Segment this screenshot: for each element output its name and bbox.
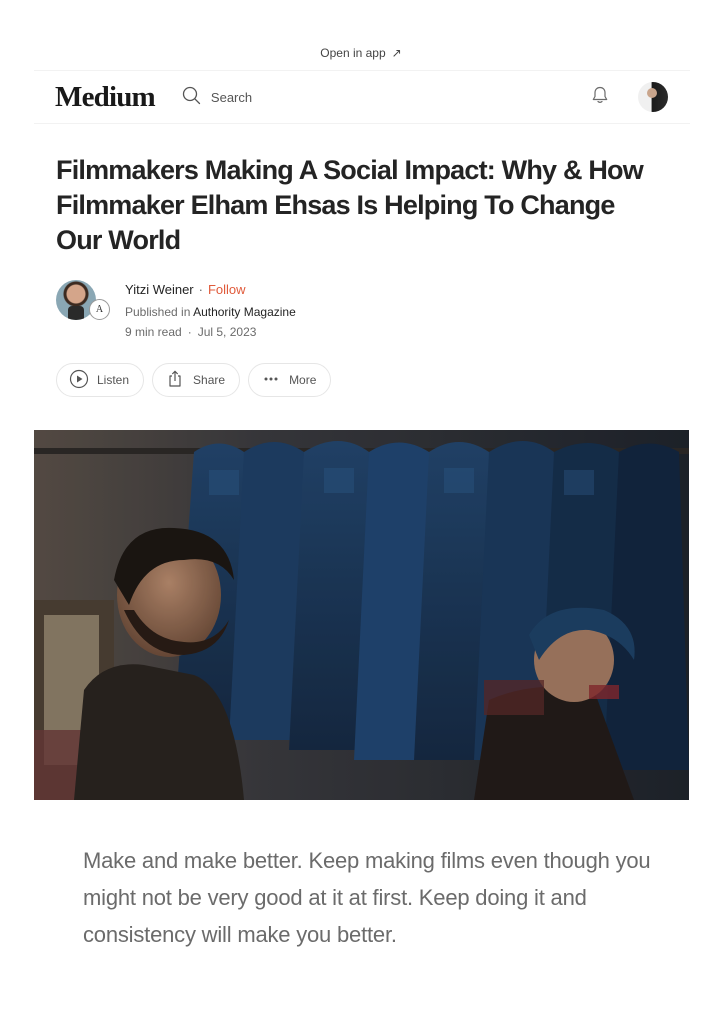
more-dots-icon (261, 369, 281, 392)
publish-date: Jul 5, 2023 (197, 325, 257, 339)
search-button[interactable]: Search (182, 86, 252, 108)
search-label: Search (210, 89, 253, 105)
medium-logo[interactable]: Medium (55, 81, 156, 114)
article-quote: Make and make better. Keep making films … (83, 848, 651, 947)
author-name[interactable]: Yitzi Weiner (125, 282, 194, 297)
more-button[interactable]: More (248, 363, 332, 397)
meta-separator: · (187, 325, 192, 339)
listen-button[interactable]: Listen (56, 363, 145, 397)
share-icon (165, 369, 185, 392)
article-title: Filmmakers Making A Social Impact: Why &… (56, 155, 644, 255)
share-button[interactable]: Share (152, 363, 241, 397)
publication-name[interactable]: Authority Magazine (193, 305, 296, 319)
author-line: Yitzi Weiner · Follow (125, 282, 246, 297)
open-in-app-link[interactable]: Open in app ↗ (0, 40, 722, 66)
author-separator: · (198, 282, 203, 297)
publication-avatar[interactable]: A (89, 299, 110, 320)
search-icon (182, 86, 201, 108)
play-icon (69, 369, 89, 392)
listen-label: Listen (97, 373, 130, 387)
share-label: Share (193, 373, 226, 387)
arrow-up-right-icon: ↗ (391, 46, 402, 60)
article-hero-image (34, 430, 689, 800)
published-prefix: Published in (125, 305, 191, 319)
top-navigation: Medium Search (34, 70, 690, 124)
follow-button[interactable]: Follow (208, 282, 246, 297)
article-actions: Listen Share More (56, 363, 332, 397)
author-block: A Yitzi Weiner · Follow Published in Autho… (56, 280, 456, 342)
bell-icon[interactable] (590, 85, 610, 110)
published-line: Published in Authority Magazine (125, 305, 296, 319)
more-label: More (289, 373, 317, 387)
read-time: 9 min read (125, 325, 182, 339)
user-avatar[interactable] (638, 82, 668, 112)
open-in-app-label: Open in app (320, 46, 386, 60)
article-meta: 9 min read · Jul 5, 2023 (125, 325, 256, 339)
